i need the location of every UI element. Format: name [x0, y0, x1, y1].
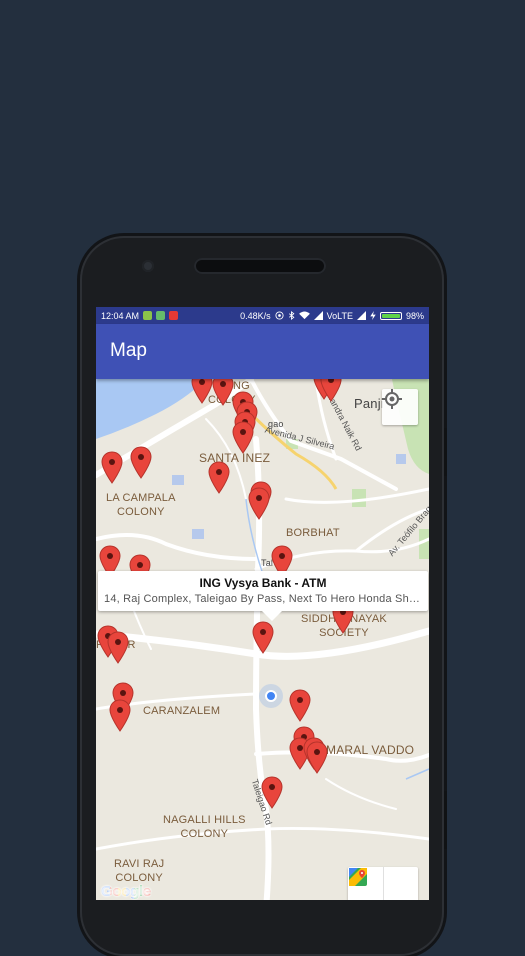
atm-marker[interactable] — [208, 461, 230, 494]
atm-marker[interactable] — [289, 689, 311, 722]
atm-marker[interactable] — [191, 379, 213, 404]
gallery-notification-icon — [143, 311, 153, 320]
area-label-maral-vaddo: MARAL VADDO — [326, 743, 415, 757]
battery-percent: 98% — [405, 310, 424, 321]
info-window-snippet: 14, Raj Complex, Taleigao By Pass, Next … — [104, 593, 428, 605]
atm-marker[interactable] — [109, 699, 131, 732]
youtube-notification-icon — [169, 311, 179, 320]
area-label-panjim: Panji — [354, 396, 384, 411]
wifi-icon — [298, 311, 310, 320]
battery-icon — [379, 311, 402, 320]
current-location-dot — [265, 690, 277, 702]
network-speed: 0.48K/s — [240, 310, 271, 321]
network-type: VoLTE — [326, 310, 353, 321]
crosshair-icon — [382, 389, 402, 409]
marker-info-window[interactable]: ING Vysya Bank - ATM 14, Raj Complex, Ta… — [98, 571, 428, 621]
atm-marker[interactable] — [107, 631, 129, 664]
page-title: Map — [110, 340, 147, 361]
atm-marker[interactable] — [252, 621, 274, 654]
map-toolbar — [348, 867, 418, 900]
info-window-pointer — [262, 611, 282, 621]
front-camera — [142, 260, 154, 272]
atm-marker[interactable] — [306, 741, 328, 774]
area-label-ravi-raj: RAVI RAJ COLONY — [114, 858, 165, 884]
google-logo-text: Google — [101, 883, 151, 900]
atm-marker[interactable] — [130, 446, 152, 479]
battery-level-fill — [381, 313, 400, 318]
area-label-borbhat: BORBHAT — [286, 527, 340, 539]
power-button — [444, 428, 447, 476]
my-location-button[interactable] — [382, 389, 418, 425]
info-window-title: ING Vysya Bank - ATM — [199, 576, 327, 590]
status-bar: 12:04 AM 0.48K/s VoLTE 98% — [96, 307, 429, 324]
signal-icon — [313, 311, 323, 320]
area-label-caranzalem: CARANZALEM — [143, 705, 221, 717]
app-toolbar: Map — [96, 324, 429, 379]
atm-marker[interactable] — [248, 487, 270, 520]
area-label-la-campala: LA CAMPALA COLONY — [106, 492, 176, 518]
status-time: 12:04 AM — [101, 310, 140, 321]
atm-marker[interactable] — [320, 379, 342, 402]
signal-icon — [356, 311, 366, 320]
message-notification-icon — [156, 311, 166, 320]
charging-icon — [370, 311, 376, 320]
map-view[interactable]: COLONY NG Panji SANTA INEZ LA CAMPALA CO… — [96, 379, 429, 900]
google-logo: Google — [101, 883, 151, 900]
area-label-nagalli: NAGALLI HILLS COLONY — [163, 814, 246, 840]
atm-marker[interactable] — [212, 379, 234, 406]
hotspot-icon — [275, 311, 284, 320]
atm-marker[interactable] — [232, 421, 254, 454]
volume-button — [444, 791, 447, 849]
bluetooth-icon — [288, 311, 295, 320]
open-in-google-maps-button[interactable] — [349, 867, 418, 900]
earpiece-speaker — [194, 258, 326, 274]
google-maps-icon — [349, 868, 367, 886]
atm-marker[interactable] — [101, 451, 123, 484]
phone-screen: 12:04 AM 0.48K/s VoLTE 98% Map COLONY NG… — [96, 307, 429, 900]
phone-frame: 12:04 AM 0.48K/s VoLTE 98% Map COLONY NG… — [80, 236, 447, 956]
atm-marker[interactable] — [261, 776, 283, 809]
